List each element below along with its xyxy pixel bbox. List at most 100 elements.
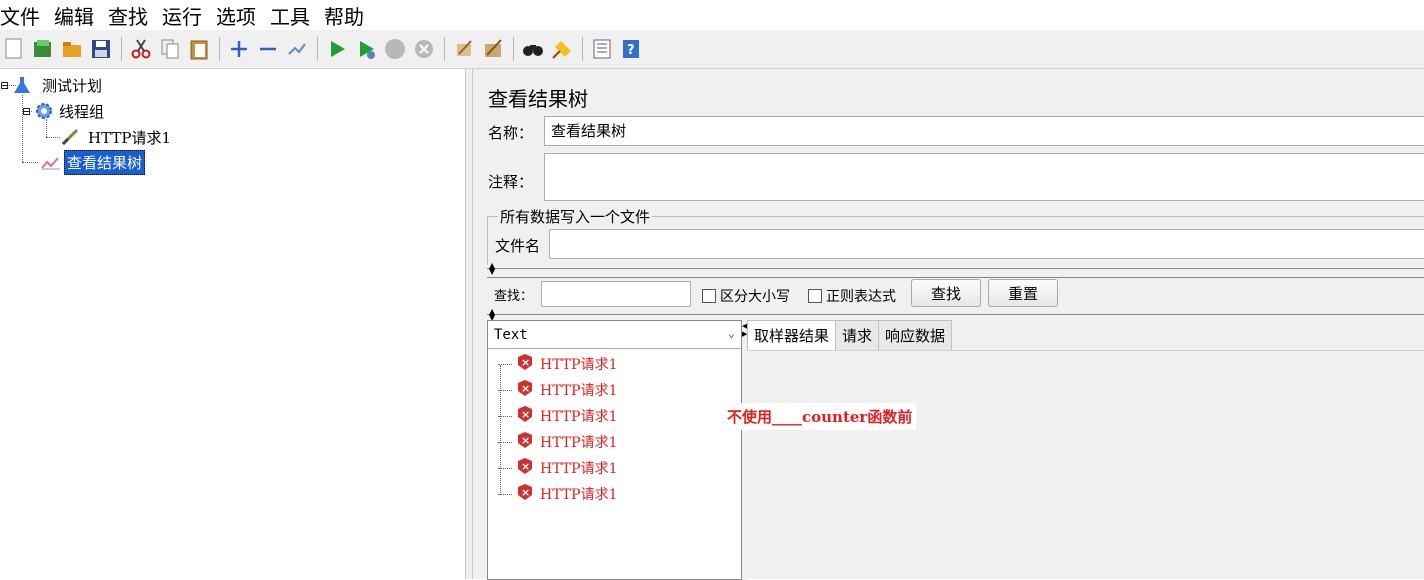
result-item[interactable]: × HTTP请求1 [498, 353, 617, 375]
tree-label-http-sampler: HTTP请求1 [88, 128, 172, 147]
tree-connector [498, 389, 512, 391]
tree-connector [498, 467, 512, 469]
copy-icon[interactable] [156, 35, 184, 63]
stop-icon[interactable] [381, 35, 409, 63]
error-icon: × [516, 457, 534, 479]
paste-icon[interactable] [185, 35, 213, 63]
test-plan-tree: ⊟ 测试计划 ⊟ 线程组 HTTP请求1 查看结果树 [0, 69, 465, 579]
filename-field[interactable] [549, 229, 1424, 259]
result-item[interactable]: × HTTP请求1 [498, 431, 617, 453]
case-sensitive-checkbox[interactable]: 区分大小写 [702, 286, 790, 306]
help-icon[interactable]: ? [617, 35, 645, 63]
tree-connector [498, 415, 512, 417]
menu-file[interactable]: 文件 [0, 1, 40, 30]
comment-field[interactable] [544, 153, 1424, 201]
name-field[interactable]: 查看结果树 [544, 116, 1424, 146]
clear-all-icon[interactable] [479, 35, 507, 63]
svg-text:×: × [521, 356, 530, 369]
shutdown-icon[interactable] [410, 35, 438, 63]
tree-connector [22, 162, 38, 163]
save-icon[interactable] [87, 35, 115, 63]
graph-icon [40, 153, 64, 171]
error-icon: × [516, 431, 534, 453]
function-helper-icon[interactable] [588, 35, 616, 63]
templates-icon[interactable] [29, 35, 57, 63]
start-icon[interactable] [323, 35, 351, 63]
name-label: 名称： [488, 124, 534, 142]
result-item[interactable]: × HTTP请求1 [498, 405, 617, 427]
tree-label-test-plan: 测试计划 [42, 76, 103, 95]
toolbar-separator [444, 37, 445, 61]
horizontal-splitter[interactable]: ▲ ▼ [487, 308, 1424, 322]
start-no-timers-icon[interactable] [352, 35, 380, 63]
panel-title: 查看结果树 [488, 87, 588, 111]
file-group-legend: 所有数据写入一个文件 [498, 206, 653, 227]
tree-label-thread-group: 线程组 [59, 102, 105, 121]
svg-text:×: × [521, 460, 530, 473]
menu-search[interactable]: 查找 [108, 1, 148, 30]
collapse-handle-icon[interactable]: ⊟ [0, 79, 12, 92]
splitter-arrows-icon[interactable]: ▲ ▼ [489, 262, 495, 276]
menu-run[interactable]: 运行 [162, 1, 202, 30]
filename-label: 文件名 [495, 237, 541, 255]
checkbox-box[interactable] [808, 289, 822, 303]
results-splitter[interactable]: ◀ ▶ [742, 320, 747, 580]
new-icon[interactable] [0, 35, 28, 63]
search-icon[interactable] [519, 35, 547, 63]
toolbar-separator [219, 37, 220, 61]
menu-tools[interactable]: 工具 [270, 1, 310, 30]
search-input[interactable] [541, 281, 691, 307]
result-item[interactable]: × HTTP请求1 [498, 379, 617, 401]
toolbar-separator [582, 37, 583, 61]
tree-node-test-plan[interactable]: ⊟ 测试计划 [0, 74, 102, 96]
menu-edit[interactable]: 编辑 [54, 1, 94, 30]
reset-button[interactable]: 重置 [988, 279, 1058, 307]
cut-icon[interactable] [127, 35, 155, 63]
tab-request[interactable]: 请求 [835, 320, 880, 350]
toolbar: ? [0, 30, 1424, 69]
svg-text:×: × [521, 434, 530, 447]
tree-node-view-results-tree[interactable]: 查看结果树 [40, 149, 146, 175]
result-item[interactable]: × HTTP请求1 [498, 457, 617, 479]
view-results-tree-panel: 查看结果树 名称： 查看结果树 注释： 所有数据写入一个文件 文件名 ▲ ▼ 查找… [473, 69, 1424, 580]
toolbar-separator [121, 37, 122, 61]
open-icon[interactable] [58, 35, 86, 63]
renderer-select[interactable]: Text ⌄ [488, 321, 741, 349]
collapse-icon[interactable] [254, 35, 282, 63]
tab-sampler-result[interactable]: 取样器结果 [747, 320, 837, 350]
tree-label-view-results-tree: 查看结果树 [64, 149, 146, 175]
case-sensitive-label: 区分大小写 [720, 289, 790, 305]
reset-search-icon[interactable] [548, 35, 576, 63]
find-button[interactable]: 查找 [911, 279, 981, 307]
menu-bar: 文件 编辑 查找 运行 选项 工具 帮助 [0, 0, 1424, 30]
result-item-label: HTTP请求1 [540, 409, 618, 425]
regex-label: 正则表达式 [826, 289, 896, 305]
error-icon: × [516, 483, 534, 505]
result-item[interactable]: × HTTP请求1 [498, 483, 617, 505]
results-list-panel: Text ⌄ × HTTP请求1 × HTTP请求1 × HTTP请求1 × H… [487, 320, 742, 580]
result-item-label: HTTP请求1 [540, 383, 618, 399]
collapse-handle-icon[interactable]: ⊟ [22, 105, 34, 118]
checkbox-box[interactable] [702, 289, 716, 303]
chevron-down-icon[interactable]: ⌄ [728, 326, 735, 340]
result-tabs: 取样器结果 请求 响应数据 [747, 320, 1424, 351]
menu-help[interactable]: 帮助 [324, 1, 364, 30]
horizontal-splitter[interactable]: ▲ ▼ [487, 262, 1424, 278]
split-pane-divider[interactable] [465, 69, 473, 579]
clear-icon[interactable] [450, 35, 478, 63]
tree-node-http-sampler[interactable]: HTTP请求1 [60, 126, 171, 148]
tree-node-thread-group[interactable]: ⊟ 线程组 [22, 100, 104, 122]
search-label: 查找： [494, 289, 534, 304]
svg-text:×: × [521, 486, 530, 499]
regex-checkbox[interactable]: 正则表达式 [808, 286, 896, 306]
result-item-label: HTTP请求1 [540, 487, 618, 503]
tab-response-data[interactable]: 响应数据 [878, 320, 953, 350]
write-results-to-file-group: 所有数据写入一个文件 文件名 [487, 206, 1424, 265]
annotation-note: 不使用____counter函数前 [723, 403, 917, 430]
flask-icon [12, 76, 34, 94]
svg-text:?: ? [627, 43, 635, 58]
expand-icon[interactable] [225, 35, 253, 63]
toggle-icon[interactable] [283, 35, 311, 63]
menu-options[interactable]: 选项 [216, 1, 256, 30]
result-item-label: HTTP请求1 [540, 461, 618, 477]
